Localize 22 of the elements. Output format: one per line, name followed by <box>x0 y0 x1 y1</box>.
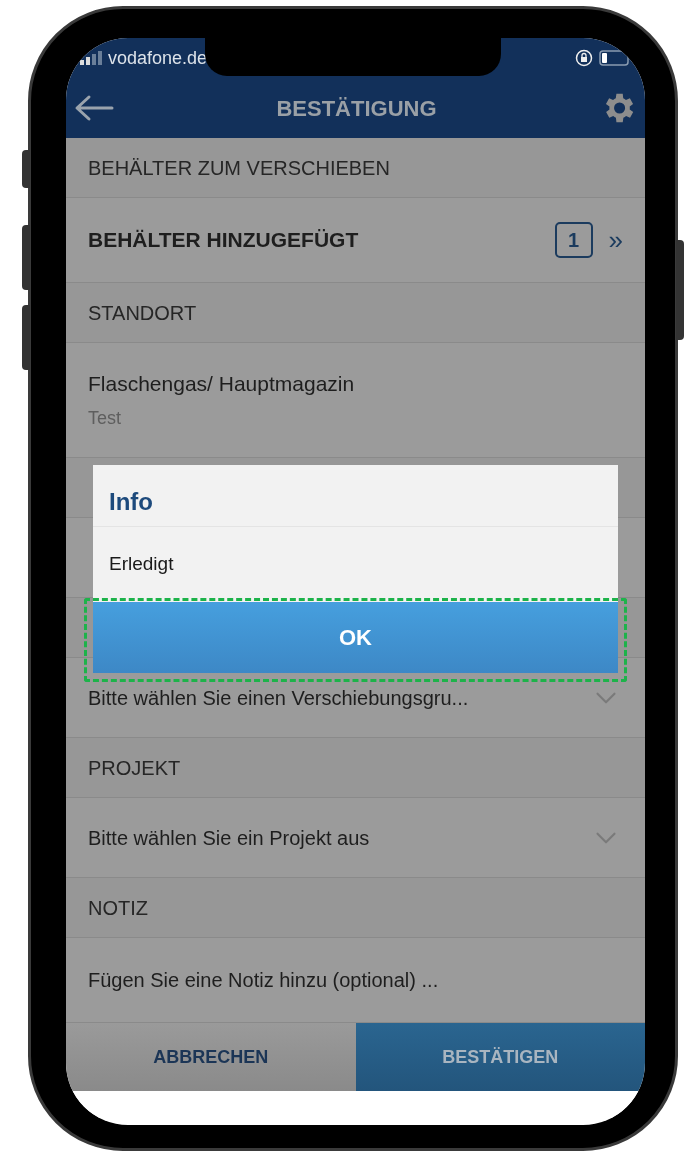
back-arrow-icon[interactable] <box>74 94 114 122</box>
row-label: BEHÄLTER HINZUGEFÜGT <box>88 227 360 254</box>
note-field[interactable]: Fügen Sie eine Notiz hinzu (optional) ... <box>66 938 645 1023</box>
select-field[interactable]: Bitte wählen Sie ein Projekt aus <box>66 798 645 878</box>
section-header: NOTIZ <box>66 878 645 938</box>
section-header: BEHÄLTER ZUM VERSCHIEBEN <box>66 138 645 198</box>
ok-button[interactable]: OK <box>93 602 618 673</box>
confirm-button[interactable]: BESTÄTIGEN <box>355 1023 645 1091</box>
location-value: Flaschengas/ Hauptmagazin <box>88 370 356 397</box>
dialog-title: Info <box>109 487 153 517</box>
location-detail: Test <box>88 407 122 431</box>
chevron-link[interactable]: » <box>608 220 623 260</box>
screen-title: BESTÄTIGUNG <box>275 94 438 123</box>
signal-icon <box>80 51 102 65</box>
count-badge: 1 <box>554 222 593 258</box>
cancel-button[interactable]: ABBRECHEN <box>66 1023 356 1091</box>
dialog-message: Erledigt <box>109 552 174 577</box>
section-header: PROJEKT <box>66 738 645 798</box>
carrier-name: vodafone.de <box>108 46 208 70</box>
battery-icon <box>599 50 631 66</box>
rotation-lock-icon <box>575 49 593 67</box>
section-header: STANDORT <box>66 283 645 343</box>
